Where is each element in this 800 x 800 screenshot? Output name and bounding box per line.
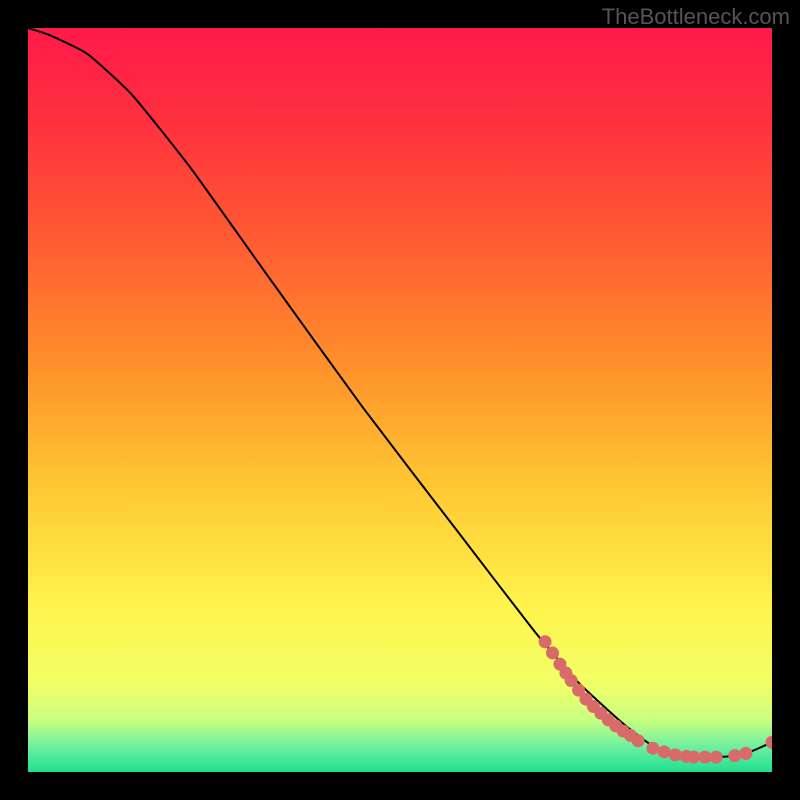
scatter-point	[739, 747, 752, 760]
scatter-point	[539, 635, 552, 648]
scatter-point	[687, 751, 700, 764]
scatter-point	[632, 734, 645, 747]
scatter-point	[699, 751, 712, 764]
scatter-point	[658, 745, 671, 758]
scatter-point	[710, 751, 723, 764]
watermark-text: TheBottleneck.com	[602, 4, 790, 30]
chart-svg	[28, 28, 772, 772]
scatter-point	[646, 742, 659, 755]
chart-plot-area	[28, 28, 772, 772]
chart-background-gradient	[28, 28, 772, 772]
scatter-point	[728, 749, 741, 762]
scatter-point	[669, 748, 682, 761]
scatter-point	[546, 646, 559, 659]
